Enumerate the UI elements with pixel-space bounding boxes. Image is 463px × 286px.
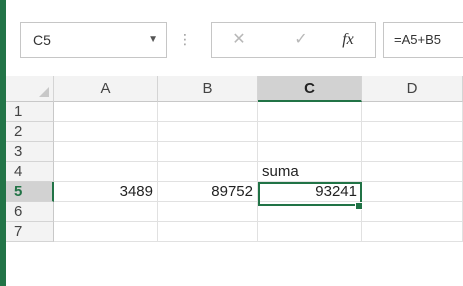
- column-header-d[interactable]: D: [362, 76, 463, 102]
- select-all-icon: [39, 87, 49, 97]
- select-all-button[interactable]: [6, 76, 54, 102]
- cancel-icon[interactable]: ✕: [227, 23, 251, 57]
- name-box[interactable]: C5 ▼: [20, 22, 167, 58]
- cell-d2[interactable]: [362, 122, 463, 142]
- cell-d1[interactable]: [362, 102, 463, 122]
- cell-c5[interactable]: 93241: [258, 182, 362, 202]
- column-header-b[interactable]: B: [158, 76, 258, 102]
- cell-b4[interactable]: [158, 162, 258, 182]
- name-box-value: C5: [33, 32, 51, 48]
- cell-c3[interactable]: [258, 142, 362, 162]
- enter-icon[interactable]: ✓: [289, 23, 313, 57]
- insert-function-icon[interactable]: fx: [336, 23, 360, 57]
- cell-b6[interactable]: [158, 202, 258, 222]
- cell-a7[interactable]: [54, 222, 158, 242]
- cell-a3[interactable]: [54, 142, 158, 162]
- row-header-6[interactable]: 6: [6, 202, 54, 222]
- formula-buttons: ✕ ✓ fx: [211, 22, 376, 58]
- cell-b5[interactable]: 89752: [158, 182, 258, 202]
- row-header-3[interactable]: 3: [6, 142, 54, 162]
- row-header-2[interactable]: 2: [6, 122, 54, 142]
- column-header-a[interactable]: A: [54, 76, 158, 102]
- cell-b1[interactable]: [158, 102, 258, 122]
- cell-c2[interactable]: [258, 122, 362, 142]
- cell-a6[interactable]: [54, 202, 158, 222]
- formula-input[interactable]: =A5+B5: [383, 22, 463, 58]
- cell-b3[interactable]: [158, 142, 258, 162]
- more-options-icon: ⋮: [178, 31, 192, 47]
- cell-b7[interactable]: [158, 222, 258, 242]
- cell-d3[interactable]: [362, 142, 463, 162]
- cell-c4[interactable]: suma: [258, 162, 362, 182]
- cell-d5[interactable]: [362, 182, 463, 202]
- chevron-down-icon[interactable]: ▼: [148, 23, 158, 57]
- cell-b2[interactable]: [158, 122, 258, 142]
- cell-a4[interactable]: [54, 162, 158, 182]
- row-header-7[interactable]: 7: [6, 222, 54, 242]
- cell-a1[interactable]: [54, 102, 158, 122]
- row-header-1[interactable]: 1: [6, 102, 54, 122]
- cell-d4[interactable]: [362, 162, 463, 182]
- cell-d7[interactable]: [362, 222, 463, 242]
- cell-c1[interactable]: [258, 102, 362, 122]
- spreadsheet-grid: A B C D 1 2 3 4 5 6 7 suma 3489 89752 93…: [6, 76, 463, 286]
- cell-c6[interactable]: [258, 202, 362, 222]
- row-header-4[interactable]: 4: [6, 162, 54, 182]
- row-header-5[interactable]: 5: [6, 182, 54, 202]
- fill-handle[interactable]: [355, 202, 363, 210]
- formula-bar-area: C5 ▼ ⋮ ✕ ✓ fx =A5+B5: [6, 0, 463, 68]
- column-header-c[interactable]: C: [258, 76, 362, 102]
- cell-a2[interactable]: [54, 122, 158, 142]
- cell-d6[interactable]: [362, 202, 463, 222]
- cell-c7[interactable]: [258, 222, 362, 242]
- cell-a5[interactable]: 3489: [54, 182, 158, 202]
